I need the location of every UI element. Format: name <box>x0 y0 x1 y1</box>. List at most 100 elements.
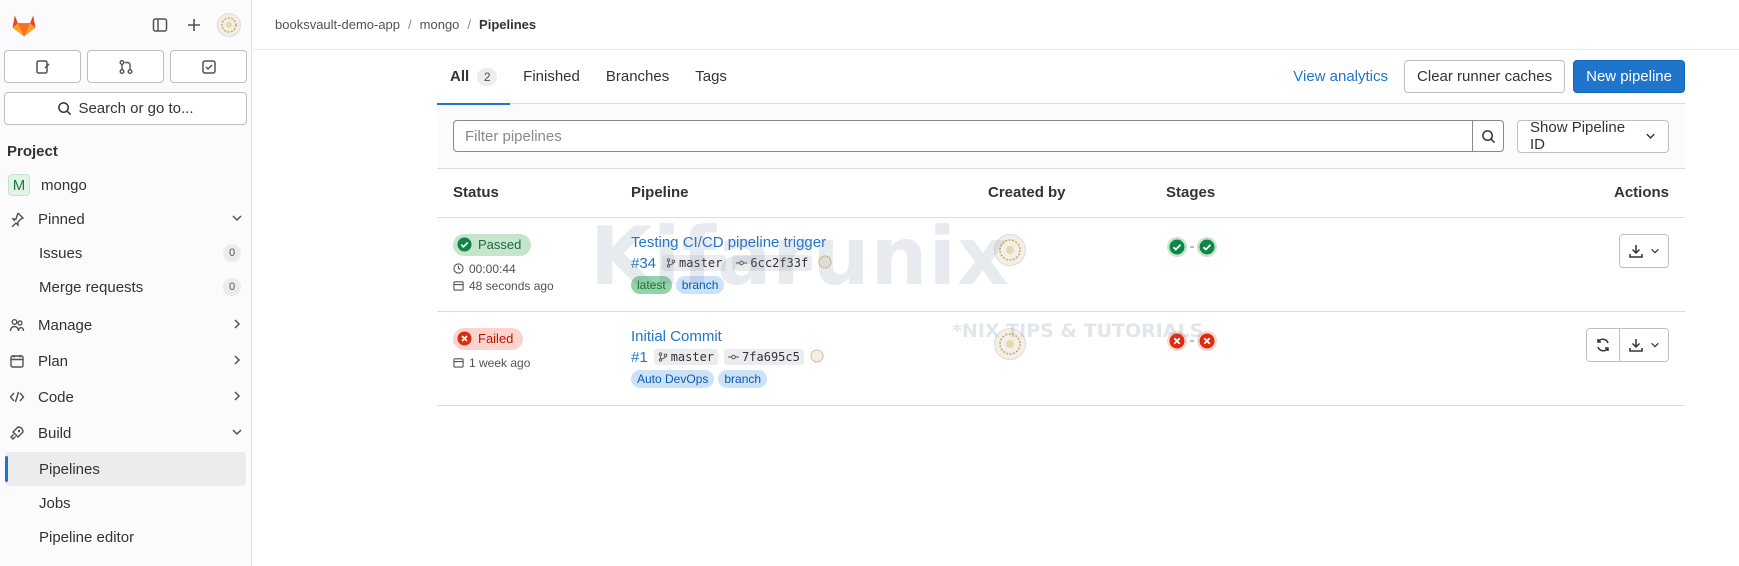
stage-passed-icon[interactable] <box>1196 236 1218 258</box>
duration: 00:00:44 <box>453 262 599 276</box>
merge-requests-label: Merge requests <box>39 278 144 296</box>
show-pipeline-id-dropdown[interactable]: Show Pipeline ID <box>1517 119 1669 153</box>
users-icon <box>8 316 26 334</box>
sidebar-item-project[interactable]: M mongo <box>0 168 251 202</box>
project-avatar: M <box>8 174 30 196</box>
stage-connector <box>1190 245 1194 248</box>
branch-name: master <box>679 256 723 270</box>
commit-author-avatar-icon[interactable] <box>810 348 824 366</box>
issues-icon <box>35 59 50 74</box>
branch-name: master <box>670 350 715 364</box>
breadcrumb-item-group[interactable]: booksvault-demo-app <box>275 17 400 32</box>
tab-branches[interactable]: Branches <box>593 50 682 104</box>
chevron-down-icon <box>1651 248 1659 254</box>
status-badge[interactable]: Passed <box>453 233 532 256</box>
chevron-down-icon <box>1646 133 1655 139</box>
latest-chip: latest <box>631 275 672 294</box>
stage-failed-icon[interactable] <box>1166 330 1188 352</box>
pipeline-title-link[interactable]: Initial Commit <box>631 328 956 346</box>
build-label: Build <box>38 424 72 442</box>
sidebar-item-jobs[interactable]: Jobs <box>0 486 251 520</box>
user-avatar[interactable] <box>217 13 241 37</box>
breadcrumb-item-project[interactable]: mongo <box>420 17 460 32</box>
sidebar-item-pipeline-editor[interactable]: Pipeline editor <box>0 520 251 554</box>
download-icon <box>1629 244 1643 258</box>
stage-passed-icon[interactable] <box>1166 236 1188 258</box>
pipeline-editor-label: Pipeline editor <box>39 528 135 546</box>
tab-all[interactable]: All 2 <box>437 50 511 105</box>
commit-sha[interactable]: 7fa695c5 <box>724 349 804 365</box>
merge-request-icon <box>119 59 132 74</box>
sidebar-item-issues[interactable]: Issues 0 <box>0 236 251 270</box>
merge-requests-button[interactable] <box>87 50 164 83</box>
new-pipeline-button[interactable]: New pipeline <box>1573 60 1685 93</box>
tab-all-count: 2 <box>477 67 498 86</box>
x-circle-icon <box>457 331 472 346</box>
chevron-down-icon <box>231 425 243 442</box>
branch-icon <box>666 258 676 268</box>
view-analytics-link[interactable]: View analytics <box>1285 68 1396 85</box>
creator-avatar[interactable] <box>994 233 1026 266</box>
breadcrumb: booksvault-demo-app / mongo / Pipelines <box>253 0 1739 50</box>
clock-icon <box>453 263 464 274</box>
pinned-label: Pinned <box>38 210 85 228</box>
sidebar-header <box>0 0 251 50</box>
retry-button[interactable] <box>1587 328 1619 361</box>
sidebar-item-plan[interactable]: Plan <box>0 344 251 378</box>
merge-requests-count-badge: 0 <box>223 278 241 296</box>
tab-finished[interactable]: Finished <box>510 50 593 104</box>
sidebar-item-merge-requests[interactable]: Merge requests 0 <box>0 270 251 304</box>
main-content: All 2 Finished Branches Tags View analyt… <box>437 50 1685 406</box>
gitlab-logo-icon[interactable] <box>10 11 38 39</box>
stages-graph <box>1166 330 1434 352</box>
commit-sha[interactable]: 6cc2f33f <box>732 255 813 271</box>
sidebar-item-code[interactable]: Code <box>0 380 251 414</box>
breadcrumb-separator: / <box>408 17 412 32</box>
search-button[interactable]: Search or go to... <box>4 92 247 125</box>
table-header-row: Status Pipeline Created by Stages Action… <box>437 169 1685 218</box>
sidebar-item-pipelines[interactable]: Pipelines <box>5 452 246 486</box>
search-icon <box>1481 129 1495 143</box>
branch-ref[interactable]: master <box>662 255 727 271</box>
jobs-label: Jobs <box>39 494 71 512</box>
header-created-by: Created by <box>972 169 1150 218</box>
commit-author-avatar-icon[interactable] <box>818 254 832 272</box>
assigned-issues-button[interactable] <box>4 50 81 83</box>
search-label: Search or go to... <box>78 100 194 117</box>
finished-time: 48 seconds ago <box>453 279 599 293</box>
pipeline-id-link[interactable]: #34 <box>631 255 656 272</box>
filter-pipelines-input[interactable]: Filter pipelines <box>453 120 1473 152</box>
filter-bar: Filter pipelines Show Pipeline ID <box>437 104 1685 169</box>
header-status: Status <box>437 169 615 218</box>
pipelines-table: Status Pipeline Created by Stages Action… <box>437 169 1685 406</box>
commit-icon <box>728 354 740 360</box>
sidebar-item-build[interactable]: Build <box>0 416 251 450</box>
branch-ref[interactable]: master <box>653 349 719 365</box>
sidebar-item-manage[interactable]: Manage <box>0 308 251 342</box>
header-actions: Actions <box>1450 169 1685 218</box>
breadcrumb-current[interactable]: Pipelines <box>479 17 536 32</box>
plus-icon[interactable] <box>183 14 205 36</box>
finished-time: 1 week ago <box>453 356 599 370</box>
tab-tags[interactable]: Tags <box>682 50 740 104</box>
clear-runner-caches-button[interactable]: Clear runner caches <box>1404 60 1566 93</box>
filter-search-button[interactable] <box>1473 120 1504 152</box>
todo-icon <box>201 59 216 74</box>
table-row: Failed 1 week ago Initial Commit #1 mast… <box>437 311 1685 406</box>
download-artifacts-button[interactable] <box>1619 328 1668 361</box>
sidebar-item-pinned[interactable]: Pinned <box>0 202 251 236</box>
pin-icon <box>8 210 26 228</box>
tab-all-label: All <box>450 68 470 85</box>
todo-list-button[interactable] <box>170 50 247 83</box>
creator-avatar[interactable] <box>994 327 1026 360</box>
status-label: Passed <box>478 237 522 252</box>
status-badge[interactable]: Failed <box>453 327 524 350</box>
manage-label: Manage <box>38 316 93 334</box>
chevron-down-icon <box>1651 342 1659 348</box>
download-artifacts-button[interactable] <box>1620 234 1668 267</box>
pipeline-id-link[interactable]: #1 <box>631 349 648 366</box>
table-row: Passed 00:00:44 48 seconds ago Testing C… <box>437 217 1685 312</box>
pipeline-title-link[interactable]: Testing CI/CD pipeline trigger <box>631 234 956 252</box>
sidebar-toggle-icon[interactable] <box>149 14 171 36</box>
stage-failed-icon[interactable] <box>1196 330 1218 352</box>
